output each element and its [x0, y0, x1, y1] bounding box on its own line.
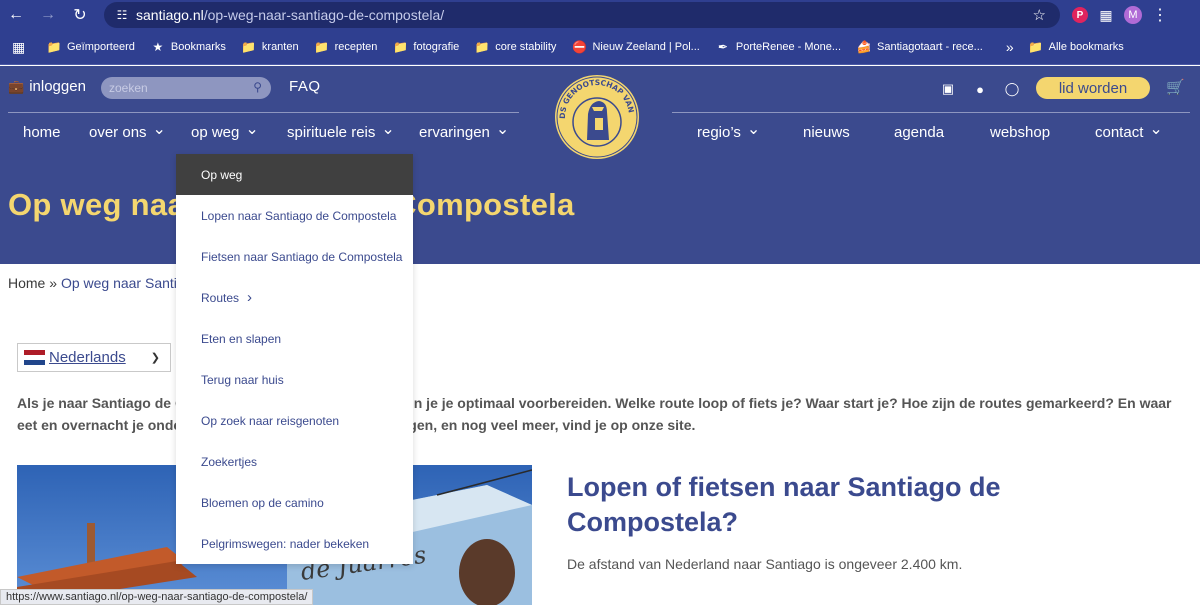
dutch-flag-icon	[24, 350, 45, 365]
bookmark-santiagotaart-rece[interactable]: 🍰 Santiagotaart - rece...	[856, 40, 983, 54]
facebook-square-icon[interactable]: ▣	[940, 81, 956, 97]
chevron-right-icon: ›	[247, 289, 253, 306]
dropdown-item-lopen-naar-santiago-de-compostela[interactable]: Lopen naar Santiago de Compostela	[176, 195, 413, 236]
nav-item-regio-s[interactable]: regio’s ⌄	[697, 121, 760, 142]
chevron-down-icon: ❯	[150, 352, 160, 364]
search-icon[interactable]: ⚲	[253, 80, 262, 94]
nav-item-over-ons[interactable]: over ons ⌄	[89, 121, 166, 142]
chevron-down-icon: ⌄	[152, 120, 166, 138]
section-text: De afstand van Nederland naar Santiago i…	[567, 556, 963, 572]
folder-icon: 📁	[474, 40, 490, 54]
nav-item-home[interactable]: home	[23, 124, 61, 141]
nav-item-spirituele-reis[interactable]: spirituele reis ⌄	[287, 121, 395, 142]
back-arrow-icon[interactable]: ←	[0, 0, 32, 30]
star-icon: ★	[152, 40, 164, 54]
reload-icon[interactable]: ↻	[64, 0, 96, 30]
folder-icon: 📁	[241, 40, 257, 54]
instagram-icon[interactable]: ◯	[1004, 81, 1020, 97]
pinterest-extension-icon[interactable]: P	[1072, 7, 1088, 23]
forward-arrow-icon[interactable]: →	[32, 0, 64, 30]
join-button[interactable]: lid worden	[1036, 77, 1150, 99]
bookmarks-bar: ▦ 📁 Geïmporteerd ★ Bookmarks 📁 kranten 📁 recept…	[0, 30, 1200, 65]
dropdown-item-eten-en-slapen[interactable]: Eten en slapen	[176, 318, 413, 359]
cake-icon: 🍰	[856, 40, 872, 54]
nav-item-contact[interactable]: contact ⌄	[1095, 121, 1163, 142]
search-input[interactable]	[109, 81, 239, 95]
address-bar[interactable]: ☷ santiago.nl/op-weg-naar-santiago-de-co…	[104, 2, 1060, 28]
feather-icon: ✒	[717, 40, 728, 54]
folder-icon: 📁	[392, 40, 408, 54]
site-info-icon[interactable]: ☷	[114, 7, 130, 23]
bookmark-bookmarks[interactable]: ★ Bookmarks	[150, 40, 225, 54]
nav-item-ervaringen[interactable]: ervaringen ⌄	[419, 121, 509, 142]
op-weg-dropdown-menu: Op weg Lopen naar Santiago de Compostela F…	[176, 154, 413, 564]
url-text: santiago.nl/op-weg-naar-santiago-de-comp…	[136, 7, 445, 23]
nav-item-nieuws[interactable]: nieuws	[803, 124, 850, 141]
extensions-puzzle-icon[interactable]: ▦	[1098, 7, 1114, 23]
login-link[interactable]: 💼 inloggen	[8, 78, 86, 95]
bookmark-core-stability[interactable]: 📁 core stability	[474, 40, 557, 54]
nav-item-webshop[interactable]: webshop	[990, 124, 1050, 141]
dropdown-item-zoekertjes[interactable]: Zoekertjes	[176, 441, 413, 482]
bookmark-star-icon[interactable]: ☆	[1033, 6, 1046, 24]
bookmark-kranten[interactable]: 📁 kranten	[241, 40, 298, 54]
breadcrumb-home[interactable]: Home	[8, 275, 45, 291]
profile-avatar[interactable]: M	[1124, 6, 1142, 24]
nav-item-agenda[interactable]: agenda	[894, 124, 944, 141]
search-box: ⚲	[101, 77, 271, 99]
link-status-bar: https://www.santiago.nl/op-weg-naar-sant…	[0, 589, 314, 605]
chevron-down-icon: ⌄	[245, 120, 259, 138]
section-title: Lopen of fietsen naar Santiago de Compos…	[567, 472, 1001, 537]
genootschap-logo[interactable]: NEDERLANDS GENOOTSCHAP VAN SINT JACOB	[554, 74, 640, 160]
chevron-down-icon: ⌄	[381, 120, 395, 138]
browser-toolbar: ← → ↻ ☷ santiago.nl/op-weg-naar-santiago…	[0, 0, 1200, 30]
header-divider-right	[672, 112, 1190, 113]
language-select[interactable]: Nederlands ❯	[17, 343, 171, 372]
dropdown-item-terug-naar-huis[interactable]: Terug naar huis	[176, 359, 413, 400]
folder-icon: 📁	[314, 40, 330, 54]
dropdown-item-fietsen-naar-santiago-de-compostela[interactable]: Fietsen naar Santiago de Compostela	[176, 236, 413, 277]
folder-icon: 📁	[46, 40, 62, 54]
other-bookmarks[interactable]: 📁 Alle bookmarks	[1028, 40, 1124, 54]
chevron-down-icon: ⌄	[1149, 120, 1163, 138]
folder-icon: 📁	[1028, 40, 1044, 54]
facebook-icon[interactable]: ●	[972, 81, 988, 97]
faq-link[interactable]: FAQ	[289, 78, 321, 95]
dropdown-item-op-weg[interactable]: Op weg	[176, 154, 413, 195]
no-entry-icon: ⛔	[571, 40, 587, 54]
dropdown-item-op-zoek-naar-reisgenoten[interactable]: Op zoek naar reisgenoten	[176, 400, 413, 441]
nav-item-op-weg[interactable]: op weg ⌄	[191, 121, 259, 142]
bookmark-porterenee-mone[interactable]: ✒ PorteRenee - Mone...	[715, 40, 841, 54]
briefcase-icon: 💼	[8, 78, 25, 94]
bookmark-nieuw-zeeland-pol[interactable]: ⛔ Nieuw Zeeland | Pol...	[571, 40, 700, 54]
apps-grid-icon[interactable]: ▦	[12, 39, 34, 56]
bookmark-recepten[interactable]: 📁 recepten	[314, 40, 377, 54]
basket-icon[interactable]: 🛒	[1166, 78, 1185, 96]
dropdown-item-bloemen-op-de-camino[interactable]: Bloemen op de camino	[176, 482, 413, 523]
dropdown-item-pelgrimswegen-nader-bekeken[interactable]: Pelgrimswegen: nader bekeken	[176, 523, 413, 564]
dropdown-item-routes[interactable]: Routes ›	[176, 277, 413, 318]
header-divider-left	[8, 112, 519, 113]
bookmark-ge-mporteerd[interactable]: 📁 Geïmporteerd	[46, 40, 135, 54]
chevron-down-icon: ⌄	[495, 120, 510, 138]
bookmarks-overflow-button[interactable]: »	[1006, 39, 1014, 55]
bookmark-fotografie[interactable]: 📁 fotografie	[392, 40, 459, 54]
browser-menu-icon[interactable]: ⋮	[1152, 5, 1168, 25]
chevron-down-icon: ⌄	[746, 120, 761, 138]
extensions-area: P ▦ M ⋮	[1072, 0, 1168, 30]
